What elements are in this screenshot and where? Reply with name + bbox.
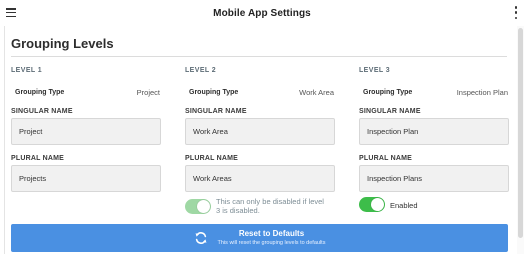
level-3-grouping-type: Grouping Type Inspection Plan [359,86,511,98]
top-bar: Mobile App Settings [0,0,524,26]
grouping-type-value: Work Area [299,87,334,97]
level-2-toggle-row: This can only be disabled if level 3 is … [185,197,337,215]
toggle-knob [371,198,384,211]
reset-button-sublabel: This will reset the grouping levels to d… [217,240,326,246]
level-3-label: LEVEL 3 [359,67,391,74]
title-divider [11,56,507,57]
reset-button-label: Reset to Defaults [238,229,305,238]
level-2-enable-toggle[interactable] [185,198,211,214]
level-3-singular-name-input[interactable]: Inspection Plan [359,118,509,145]
toggle-hint-line-1: This can only be disabled if level [216,197,324,206]
app-title: Mobile App Settings [213,7,311,19]
level-2-plural-name-input[interactable]: Work Areas [185,165,335,192]
grouping-type-label: Grouping Type [15,88,65,96]
grouping-type-value: Inspection Plan [456,87,508,97]
level-2-toggle-hint: This can only be disabled if level 3 is … [216,197,324,215]
grouping-type-label: Grouping Type [189,88,239,96]
plural-name-label: PLURAL NAME [185,155,239,162]
reset-to-defaults-button[interactable]: Reset to Defaults This will reset the gr… [11,224,508,252]
singular-name-label: SINGULAR NAME [359,108,421,115]
level-2-singular-name-input[interactable]: Work Area [185,118,335,145]
section-title: Grouping Levels [11,36,114,51]
toggle-knob [197,199,210,213]
grouping-type-label: Grouping Type [363,88,413,96]
plural-name-label: PLURAL NAME [359,155,413,162]
toggle-hint-line-2: 3 is disabled. [216,206,260,215]
level-2-label: LEVEL 2 [185,67,217,74]
singular-name-label: SINGULAR NAME [185,108,247,115]
level-3-column: LEVEL 3 Grouping Type Inspection Plan SI… [359,67,511,212]
level-1-column: LEVEL 1 Grouping Type Project SINGULAR N… [11,67,163,192]
grouping-levels-card: Grouping Levels LEVEL 1 Grouping Type Pr… [4,26,515,254]
refresh-icon [195,232,206,244]
level-3-plural-name-input[interactable]: Inspection Plans [359,165,509,192]
level-3-enable-toggle[interactable] [359,197,385,212]
singular-name-label: SINGULAR NAME [11,108,73,115]
level-1-label: LEVEL 1 [11,67,43,74]
grouping-type-value: Project [136,87,160,97]
level-2-grouping-type: Grouping Type Work Area [185,86,337,98]
level-1-singular-name-input[interactable]: Project [11,118,161,145]
reset-button-texts: Reset to Defaults This will reset the gr… [218,229,326,247]
reset-button-content: Reset to Defaults This will reset the gr… [194,229,326,247]
level-3-toggle-label: Enabled [390,200,418,210]
scrollbar-thumb[interactable] [518,28,523,238]
level-1-grouping-type: Grouping Type Project [11,86,163,98]
level-1-plural-name-input[interactable]: Projects [11,165,161,192]
level-3-toggle-row: Enabled [359,197,511,212]
plural-name-label: PLURAL NAME [11,155,65,162]
hamburger-menu-icon[interactable] [6,8,16,17]
more-options-icon[interactable] [514,6,518,19]
level-2-column: LEVEL 2 Grouping Type Work Area SINGULAR… [185,67,337,215]
